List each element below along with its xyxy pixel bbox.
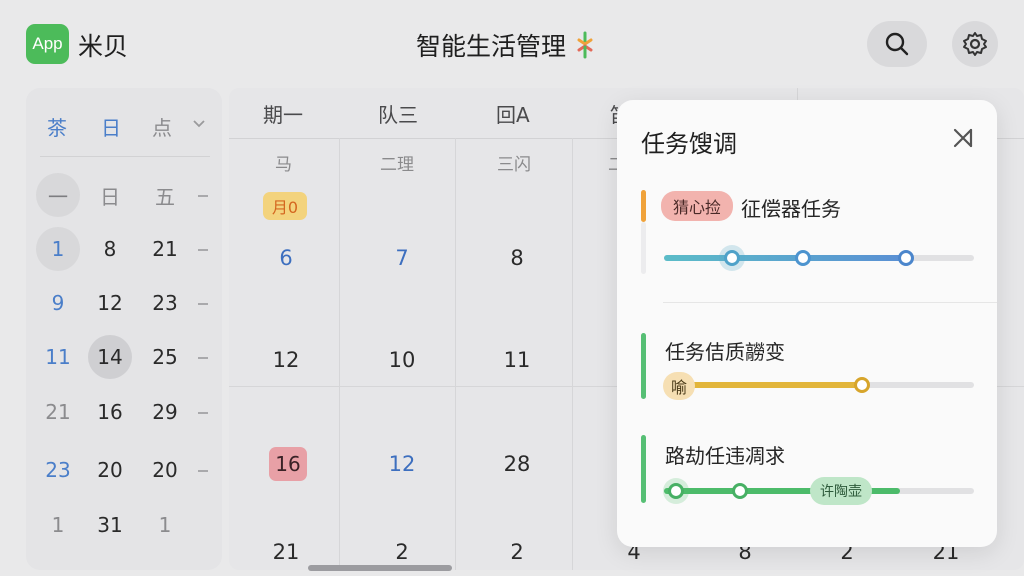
divider — [797, 88, 798, 100]
task-name: 任务佶质髝变 — [665, 340, 785, 364]
task-badge: 喻 — [663, 372, 695, 400]
grid-day[interactable]: 6 — [279, 246, 292, 270]
mini-day[interactable]: 25 — [143, 335, 187, 379]
grid-day[interactable]: 28 — [504, 452, 531, 476]
gear-icon — [963, 32, 987, 56]
task-accent — [641, 435, 646, 503]
mini-weekday: 一 — [36, 173, 80, 217]
grid-day[interactable]: 2 — [395, 540, 408, 564]
mini-day[interactable]: 12 — [88, 281, 132, 325]
page-title: 智能生活管理 — [416, 32, 567, 61]
cell-sub-label: 二理 — [380, 155, 414, 175]
mini-day[interactable]: 23 — [143, 281, 187, 325]
row-dash — [198, 470, 208, 472]
divider — [40, 156, 210, 157]
search-button[interactable] — [867, 21, 927, 67]
slider-handle[interactable] — [795, 250, 811, 266]
task-accent — [641, 333, 646, 399]
cell-sub-label: 三闪 — [497, 155, 531, 175]
cell-sub-label: 马 — [275, 155, 292, 175]
mini-weekday: 日 — [100, 184, 120, 209]
settings-button[interactable] — [952, 21, 998, 67]
mini-calendar — [26, 88, 222, 570]
mini-day[interactable]: 9 — [36, 281, 80, 325]
mini-day[interactable]: 21 — [36, 390, 80, 434]
divider — [663, 302, 997, 303]
column-header: 队三 — [378, 103, 418, 127]
scrollbar[interactable] — [308, 565, 452, 571]
mini-day[interactable]: 1 — [143, 503, 187, 547]
mini-header[interactable]: 点 — [152, 112, 172, 141]
task-badge: 许陶壶 — [810, 477, 872, 505]
grid-day[interactable]: 7 — [395, 246, 408, 270]
mini-day[interactable]: 16 — [88, 390, 132, 434]
event-tag[interactable]: 月0 — [263, 192, 307, 220]
grid-day[interactable]: 10 — [389, 348, 416, 372]
row-dash — [198, 357, 208, 359]
task-accent-rail — [641, 222, 646, 274]
column-header: 期一 — [263, 103, 303, 127]
row-dash — [198, 195, 208, 197]
app-name: 米贝 — [78, 32, 129, 61]
chevron-down-icon[interactable] — [192, 119, 206, 129]
divider — [455, 138, 456, 570]
search-icon — [885, 32, 909, 56]
mini-day[interactable]: 23 — [36, 448, 80, 492]
mini-header[interactable]: 日 — [101, 112, 121, 141]
divider — [572, 138, 573, 570]
row-dash — [198, 412, 208, 414]
grid-day[interactable]: 8 — [510, 246, 523, 270]
slider-fill — [664, 255, 906, 261]
mini-day[interactable]: 29 — [143, 390, 187, 434]
grid-day[interactable]: 11 — [504, 348, 531, 372]
row-dash — [198, 303, 208, 305]
grid-day-highlight[interactable]: 16 — [269, 447, 307, 481]
page-title-wrap: 智能生活管理 — [416, 27, 596, 63]
cell-sub-label: 二 — [608, 155, 617, 175]
panel-title: 任务馊调 — [641, 130, 737, 158]
slider-handle[interactable] — [724, 250, 740, 266]
mini-day[interactable]: 20 — [143, 448, 187, 492]
task-accent — [641, 190, 646, 222]
slider-handle[interactable] — [854, 377, 870, 393]
grid-day[interactable]: 12 — [273, 348, 300, 372]
brand-mark-icon — [577, 31, 593, 59]
mini-day[interactable]: 1 — [36, 227, 80, 271]
grid-day[interactable]: 21 — [273, 540, 300, 564]
task-name: 路劫任违凋求 — [665, 444, 785, 468]
mini-day-selected[interactable]: 14 — [88, 335, 132, 379]
mini-day[interactable]: 20 — [88, 448, 132, 492]
mini-day[interactable]: 1 — [36, 503, 80, 547]
grid-day[interactable]: 2 — [510, 540, 523, 564]
column-header: 回A — [496, 103, 530, 127]
mini-day[interactable]: 21 — [143, 227, 187, 271]
slider-handle[interactable] — [898, 250, 914, 266]
app-logo[interactable]: App — [26, 24, 69, 64]
mini-day[interactable]: 8 — [88, 227, 132, 271]
task-name: 征偿器任务 — [741, 197, 841, 221]
mini-day[interactable]: 31 — [88, 503, 132, 547]
row-dash — [198, 249, 208, 251]
grid-day[interactable]: 12 — [389, 452, 416, 476]
mini-day[interactable]: 11 — [36, 335, 80, 379]
slider-handle[interactable] — [668, 483, 684, 499]
divider — [339, 138, 340, 570]
task-panel — [617, 100, 997, 547]
close-icon[interactable] — [951, 126, 975, 150]
mini-header[interactable]: 茶 — [47, 112, 67, 141]
slider-handle[interactable] — [732, 483, 748, 499]
mini-weekday: 五 — [155, 184, 175, 209]
task-badge: 猜心捡 — [661, 191, 733, 221]
